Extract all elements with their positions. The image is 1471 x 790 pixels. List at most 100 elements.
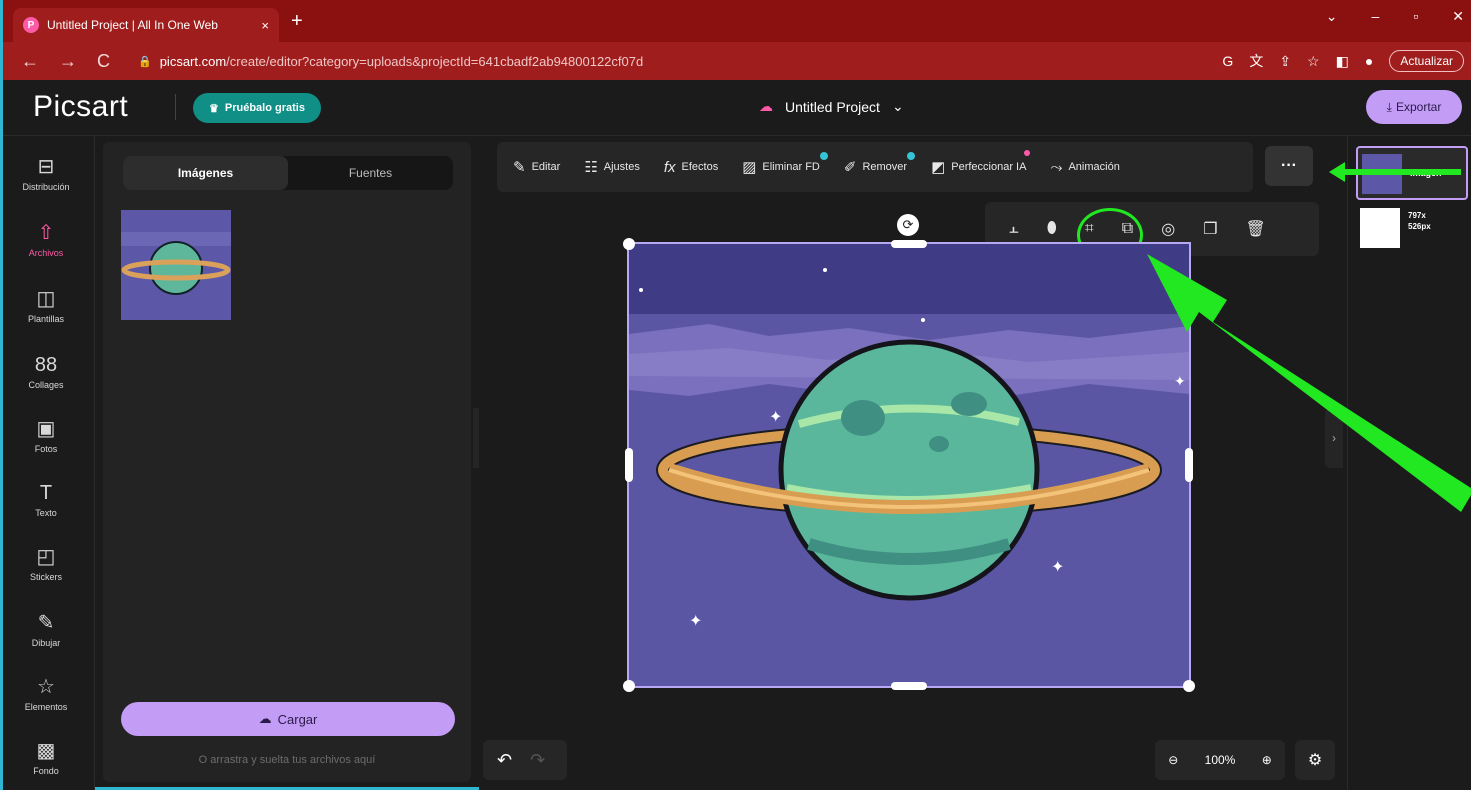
profile-icon[interactable]: ● <box>1365 53 1373 69</box>
app-header: Picsart ♛ Pruébalo gratis ☁ Untitled Pro… <box>3 80 1471 136</box>
translate-icon[interactable]: 文 <box>1249 51 1263 71</box>
tab-close-icon[interactable]: × <box>261 18 269 33</box>
resize-handle-right[interactable] <box>1185 448 1193 482</box>
flip-icon[interactable]: ◎ <box>1161 219 1175 239</box>
rotate-handle-icon[interactable]: ⟳ <box>897 214 919 236</box>
sidepanel-icon[interactable]: ◧ <box>1336 53 1349 70</box>
sidebar-item-fotos[interactable]: ▣ Fotos <box>3 418 89 454</box>
sidebar-item-texto[interactable]: T Texto <box>3 482 89 518</box>
update-button[interactable]: Actualizar <box>1389 50 1464 72</box>
tab-fuentes[interactable]: Fuentes <box>288 156 453 190</box>
zoom-in-icon[interactable]: ⊕ <box>1262 753 1272 767</box>
sidebar-item-label: Elementos <box>24 702 68 712</box>
close-window-icon[interactable]: ✕ <box>1452 8 1464 25</box>
upload-label: Cargar <box>277 711 318 727</box>
cloud-sync-icon: ☁ <box>759 98 773 114</box>
tool-efectos[interactable]: fx Efectos <box>664 159 718 176</box>
layer-label: 797x 526px <box>1408 211 1431 231</box>
window-controls: ⌄ – ▫ ✕ <box>1326 8 1464 25</box>
delete-icon[interactable]: 🗑 <box>1246 219 1266 239</box>
zoom-controls: ⊖ 100% ⊕ <box>1155 740 1285 780</box>
sidebar-item-dibujar[interactable]: ✎ Dibujar <box>3 612 89 648</box>
canvas-image[interactable]: ✦ ✦ ✦ ✦ <box>627 242 1191 688</box>
new-badge <box>1024 150 1031 156</box>
back-icon[interactable]: ← <box>21 51 39 72</box>
app-root: P Untitled Project | All In One Web × + … <box>0 0 1471 790</box>
tool-label: Perfeccionar IA <box>951 161 1027 173</box>
sidebar-item-label: Dibujar <box>31 638 61 648</box>
tool-perfeccionar-ia[interactable]: ◩ Perfeccionar IA <box>931 150 1031 176</box>
zoom-level[interactable]: 100% <box>1205 753 1236 767</box>
svg-text:✦: ✦ <box>1174 374 1186 390</box>
background-icon: ▩ <box>36 740 56 762</box>
tool-label: Eliminar FD <box>762 161 820 173</box>
browser-extensions: G 文 ⇪ ☆ ◧ ● Actualizar <box>1222 50 1464 72</box>
duplicate-icon[interactable]: ❐ <box>1203 219 1217 239</box>
export-button[interactable]: ⤓ Exportar <box>1366 90 1462 124</box>
left-tool-sidebar: ⊟ Distribución ⇧ Archivos ◫ Plantillas 88 Co… <box>3 136 95 790</box>
cloud-upload-icon: ☁ <box>258 711 272 726</box>
resize-handle-top[interactable] <box>891 240 927 248</box>
free-trial-button[interactable]: ♛ Pruébalo gratis <box>193 93 321 123</box>
layer-item-background[interactable]: 797x 526px <box>1356 206 1468 254</box>
sidebar-item-distribucion[interactable]: ⊟ Distribución <box>3 156 89 192</box>
export-label: Exportar <box>1395 100 1442 114</box>
settings-gear-icon[interactable]: ⚙ <box>1295 740 1335 780</box>
browser-tab[interactable]: P Untitled Project | All In One Web × <box>13 8 279 42</box>
redo-icon[interactable]: ↷ <box>530 750 545 771</box>
tool-remover[interactable]: ✐ Remover <box>844 152 916 176</box>
maximize-icon[interactable]: ▫ <box>1413 8 1418 25</box>
sidebar-item-fondo[interactable]: ▩ Fondo <box>3 740 89 776</box>
tool-ajustes[interactable]: ☷ Ajustes <box>584 158 640 176</box>
sidebar-item-collages[interactable]: 88 Collages <box>3 354 89 390</box>
project-title: Untitled Project <box>785 98 880 115</box>
sidebar-item-elementos[interactable]: ☆ Elementos <box>3 676 89 712</box>
picsart-logo[interactable]: Picsart <box>33 90 128 124</box>
picsart-favicon-icon: P <box>23 17 39 33</box>
project-title-dropdown[interactable]: ☁ Untitled Project ⌄ <box>759 98 904 115</box>
collapse-right-panel-button[interactable]: › <box>1325 408 1343 468</box>
sidebar-item-archivos[interactable]: ⇧ Archivos <box>3 222 89 258</box>
tab-imagenes[interactable]: Imágenes <box>123 156 288 190</box>
resize-handle-left[interactable] <box>625 448 633 482</box>
forward-icon[interactable]: → <box>59 51 77 72</box>
more-options-button[interactable]: ··· <box>1265 146 1313 186</box>
tab-search-icon[interactable]: ⌄ <box>1326 8 1338 25</box>
photo-icon: ▣ <box>36 418 56 440</box>
layout-icon: ⊟ <box>37 156 55 178</box>
share-icon[interactable]: ⇪ <box>1279 53 1291 70</box>
crown-icon: ♛ <box>209 102 219 115</box>
sidebar-item-stickers[interactable]: ◰ Stickers <box>3 546 89 582</box>
undo-icon[interactable]: ↶ <box>497 750 512 771</box>
bookmark-star-icon[interactable]: ☆ <box>1307 53 1320 70</box>
remove-bg-icon: ▨ <box>742 159 757 176</box>
tool-editar[interactable]: ✎ Editar <box>513 158 560 176</box>
resize-handle-bottom[interactable] <box>891 682 927 690</box>
new-tab-button[interactable]: + <box>291 10 303 33</box>
resize-handle-top-left[interactable] <box>623 238 635 250</box>
minimize-icon[interactable]: – <box>1372 8 1380 25</box>
upload-button[interactable]: ☁ Cargar <box>121 702 455 736</box>
tool-label: Ajustes <box>603 161 640 173</box>
align-icon[interactable]: ⫠ <box>1009 220 1019 238</box>
resize-handle-bottom-right[interactable] <box>1183 680 1195 692</box>
tool-eliminar-fd[interactable]: ▨ Eliminar FD <box>742 152 828 176</box>
adjust-icon: ☷ <box>584 159 598 176</box>
sidebar-item-plantillas[interactable]: ◫ Plantillas <box>3 288 89 324</box>
edit-icon: ✎ <box>513 159 526 176</box>
svg-text:✦: ✦ <box>769 407 782 426</box>
google-icon[interactable]: G <box>1222 53 1233 69</box>
sidebar-item-label: Archivos <box>28 248 64 258</box>
eraser-icon[interactable]: ⬮ <box>1047 220 1057 238</box>
templates-icon: ◫ <box>36 288 56 310</box>
url-field[interactable]: 🔒 picsart.com/create/editor?category=upl… <box>138 54 1138 69</box>
tool-animacion[interactable]: ⤳ Animación <box>1050 159 1119 176</box>
star-icon: ☆ <box>37 676 55 698</box>
svg-text:✦: ✦ <box>689 611 702 630</box>
reload-icon[interactable]: C <box>97 51 110 72</box>
resize-handle-bottom-left[interactable] <box>623 680 635 692</box>
zoom-out-icon[interactable]: ⊖ <box>1168 753 1178 767</box>
header-divider <box>175 94 176 120</box>
uploaded-image-thumbnail[interactable] <box>121 210 231 320</box>
layer-item-image[interactable]: Imagen <box>1356 146 1468 200</box>
